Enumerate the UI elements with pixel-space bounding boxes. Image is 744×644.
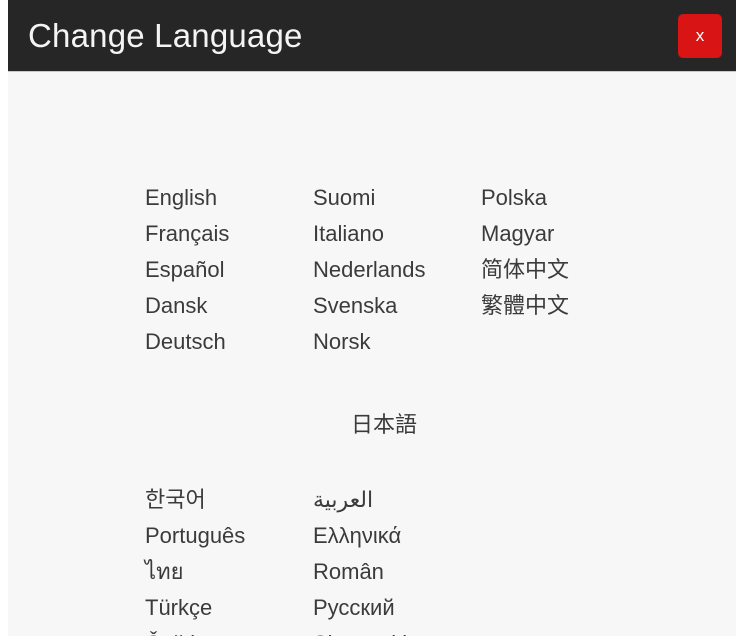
language-column-3: Polska Magyar 简体中文 繁體中文 bbox=[481, 180, 581, 360]
language-option[interactable]: Slovenski bbox=[313, 626, 481, 636]
dialog-titlebar: Change Language x bbox=[8, 0, 736, 72]
close-button[interactable]: x bbox=[678, 13, 722, 58]
language-option[interactable]: Suomi bbox=[313, 180, 481, 216]
language-option[interactable]: Español bbox=[145, 252, 313, 288]
language-option[interactable]: Nederlands bbox=[313, 252, 481, 288]
language-option[interactable]: Français bbox=[145, 216, 313, 252]
language-option[interactable]: Norsk bbox=[313, 324, 481, 360]
language-option[interactable]: Magyar bbox=[481, 216, 569, 252]
language-option[interactable]: Italiano bbox=[313, 216, 481, 252]
language-option[interactable]: Ελληνικά bbox=[313, 518, 481, 554]
language-option[interactable]: Русский bbox=[313, 590, 481, 626]
language-option[interactable]: 繁體中文 bbox=[481, 288, 569, 324]
language-option[interactable]: 简体中文 bbox=[481, 252, 569, 288]
language-option[interactable]: 한국어 bbox=[145, 482, 313, 518]
dialog-title: Change Language bbox=[28, 16, 303, 54]
language-option[interactable]: Português bbox=[145, 518, 313, 554]
language-option[interactable]: English bbox=[145, 180, 313, 216]
dialog-body: English Français Español Dansk Deutsch Suomi… bbox=[8, 72, 736, 636]
language-column-1: English Français Español Dansk Deutsch bbox=[145, 180, 313, 360]
language-option[interactable]: Türkçe bbox=[145, 590, 313, 626]
language-column-4: 한국어PortuguêsไทยTürkçeČeština bbox=[145, 482, 313, 636]
language-option[interactable]: Român bbox=[313, 554, 481, 590]
language-option[interactable]: Svenska bbox=[313, 288, 481, 324]
language-column-2: Suomi Italiano Nederlands Svenska Norsk bbox=[313, 180, 481, 360]
change-language-dialog: Change Language x English Français Español… bbox=[8, 0, 736, 636]
language-group-bottom: 한국어PortuguêsไทยTürkçeČeština العربيةΕλλη… bbox=[145, 482, 581, 636]
language-option[interactable]: Polska bbox=[481, 180, 569, 216]
language-option[interactable]: Čeština bbox=[145, 626, 313, 636]
language-column-5: العربيةΕλληνικάRomânРусскийSlovenski bbox=[313, 482, 481, 636]
language-option[interactable]: العربية bbox=[313, 482, 481, 518]
language-option[interactable]: Deutsch bbox=[145, 324, 313, 360]
language-option[interactable]: Dansk bbox=[145, 288, 313, 324]
language-option[interactable]: ไทย bbox=[145, 554, 313, 590]
language-group-top: English Français Español Dansk Deutsch Suomi… bbox=[145, 180, 581, 360]
language-option-japanese[interactable]: 日本語 bbox=[327, 386, 441, 460]
